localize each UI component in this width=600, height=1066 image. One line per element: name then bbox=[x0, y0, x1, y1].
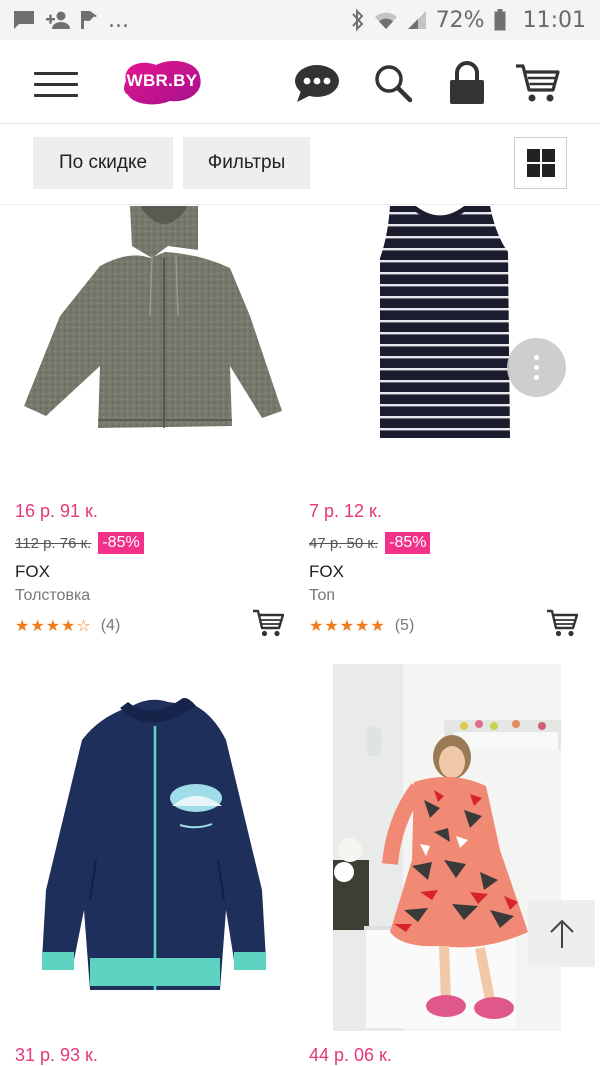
cart-icon bbox=[547, 609, 579, 637]
status-right: 72% 11:01 bbox=[350, 8, 586, 33]
add-person-icon bbox=[44, 9, 70, 31]
app-header: WBR.BY bbox=[0, 40, 600, 124]
status-left: ... bbox=[12, 8, 129, 33]
cart-icon bbox=[253, 609, 285, 637]
more-vertical-icon bbox=[534, 355, 539, 360]
sort-button[interactable]: По скидке bbox=[33, 137, 173, 189]
logo[interactable]: WBR.BY bbox=[120, 57, 204, 107]
review-count: (5) bbox=[394, 617, 415, 634]
toolbar: По скидке Фильтры bbox=[0, 125, 600, 205]
wifi-icon bbox=[374, 9, 398, 31]
scroll-to-top-button[interactable] bbox=[528, 900, 595, 967]
product-image-hoodie[interactable] bbox=[0, 206, 290, 436]
product-rating: ★★★★★ (5) bbox=[309, 616, 414, 636]
rating-stars: ★★★★★ bbox=[309, 618, 386, 635]
chat-button[interactable] bbox=[293, 60, 341, 106]
product-type: Топ bbox=[309, 587, 336, 604]
arrow-up-icon bbox=[549, 919, 574, 948]
task-icon bbox=[78, 9, 100, 31]
search-button[interactable] bbox=[369, 60, 417, 106]
grid-view-icon bbox=[526, 149, 555, 177]
product-image-navy-jacket[interactable] bbox=[0, 660, 290, 1000]
product-image-tank-top[interactable] bbox=[294, 206, 584, 446]
review-count: (4) bbox=[100, 617, 121, 634]
menu-button[interactable] bbox=[34, 72, 78, 98]
grid-view-button[interactable] bbox=[514, 137, 567, 189]
battery-icon bbox=[493, 8, 507, 32]
product-brand: FOX bbox=[15, 562, 50, 581]
more-options-button[interactable] bbox=[507, 338, 566, 397]
logo-text: WBR.BY bbox=[126, 71, 198, 90]
product-type: Толстовка bbox=[15, 587, 91, 604]
status-time: 11:01 bbox=[522, 7, 586, 33]
old-price: 112 р. 76 к. bbox=[15, 534, 92, 552]
product-price: 7 р. 12 к. bbox=[309, 501, 382, 521]
battery-percent: 72% bbox=[435, 7, 485, 33]
status-bar: ... 72% 11:01 bbox=[0, 0, 600, 40]
bluetooth-icon bbox=[350, 8, 366, 32]
chat-icon bbox=[295, 65, 339, 102]
product-rating: ★★★★☆ (4) bbox=[15, 616, 120, 636]
discount-badge: -85% bbox=[98, 532, 144, 554]
product-image-girl-dress[interactable] bbox=[294, 660, 584, 1032]
price-row: 47 р. 50 к. -85% bbox=[309, 532, 431, 554]
search-icon bbox=[375, 65, 413, 103]
price-row: 112 р. 76 к. -85% bbox=[15, 532, 144, 554]
product-price: 44 р. 06 к. bbox=[309, 1045, 392, 1065]
message-icon bbox=[12, 9, 36, 31]
account-button[interactable] bbox=[443, 60, 491, 106]
signal-icon bbox=[406, 9, 428, 31]
old-price: 47 р. 50 к. bbox=[309, 534, 379, 552]
cart-icon bbox=[516, 64, 560, 102]
add-to-cart-button[interactable] bbox=[252, 608, 285, 638]
product-brand: FOX bbox=[309, 562, 344, 581]
add-to-cart-button[interactable] bbox=[546, 608, 579, 638]
menu-icon bbox=[34, 72, 78, 75]
cart-button[interactable] bbox=[513, 60, 561, 106]
status-overflow: ... bbox=[108, 7, 129, 33]
lock-icon bbox=[450, 61, 484, 104]
discount-badge: -85% bbox=[385, 532, 431, 554]
product-price: 16 р. 91 к. bbox=[15, 501, 98, 521]
rating-stars: ★★★★☆ bbox=[15, 618, 92, 635]
product-price: 31 р. 93 к. bbox=[15, 1045, 98, 1065]
filter-button[interactable]: Фильтры bbox=[183, 137, 310, 189]
